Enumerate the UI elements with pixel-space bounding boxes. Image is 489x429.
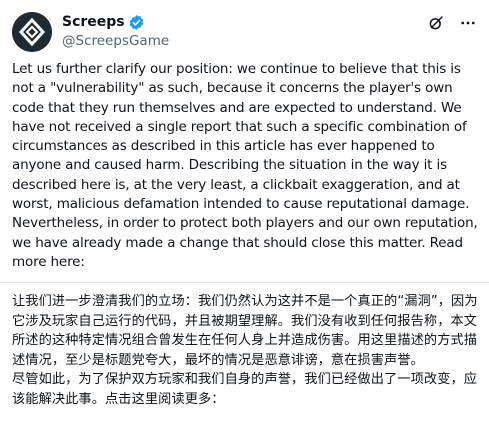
more-options-icon [461,21,475,25]
tweet-paragraph: Nevertheless, in order to protect both p… [12,215,478,270]
author-info: Screeps @ScreepsGame [52,12,169,50]
divider [0,282,489,284]
author-handle[interactable]: @ScreepsGame [62,32,169,50]
tweet-paragraph: Let us further clarify our position: we … [12,61,470,213]
grok-icon [429,16,443,30]
tweet-actions [427,14,477,32]
screeps-logo-icon [12,12,52,52]
tweet-header: Screeps @ScreepsGame [12,12,477,52]
author-display-name[interactable]: Screeps [62,14,125,30]
translation-paragraph: 让我们进一步澄清我们的立场：我们仍然认为这并不是一个真正的“漏洞”，因为它涉及玩… [12,294,478,368]
more-options-button[interactable] [459,14,477,32]
avatar[interactable] [12,12,52,52]
verified-badge-icon[interactable] [128,14,145,31]
translation-paragraph: 尽管如此，为了保护双方玩家和我们自身的声誉，我们已经做出了一项改变，应该能解决此… [12,372,478,407]
translation-text: 让我们进一步澄清我们的立场：我们仍然认为这并不是一个真正的“漏洞”，因为它涉及玩… [12,292,482,409]
grok-button[interactable] [427,14,445,32]
tweet-text: Let us further clarify our position: we … [0,60,489,409]
